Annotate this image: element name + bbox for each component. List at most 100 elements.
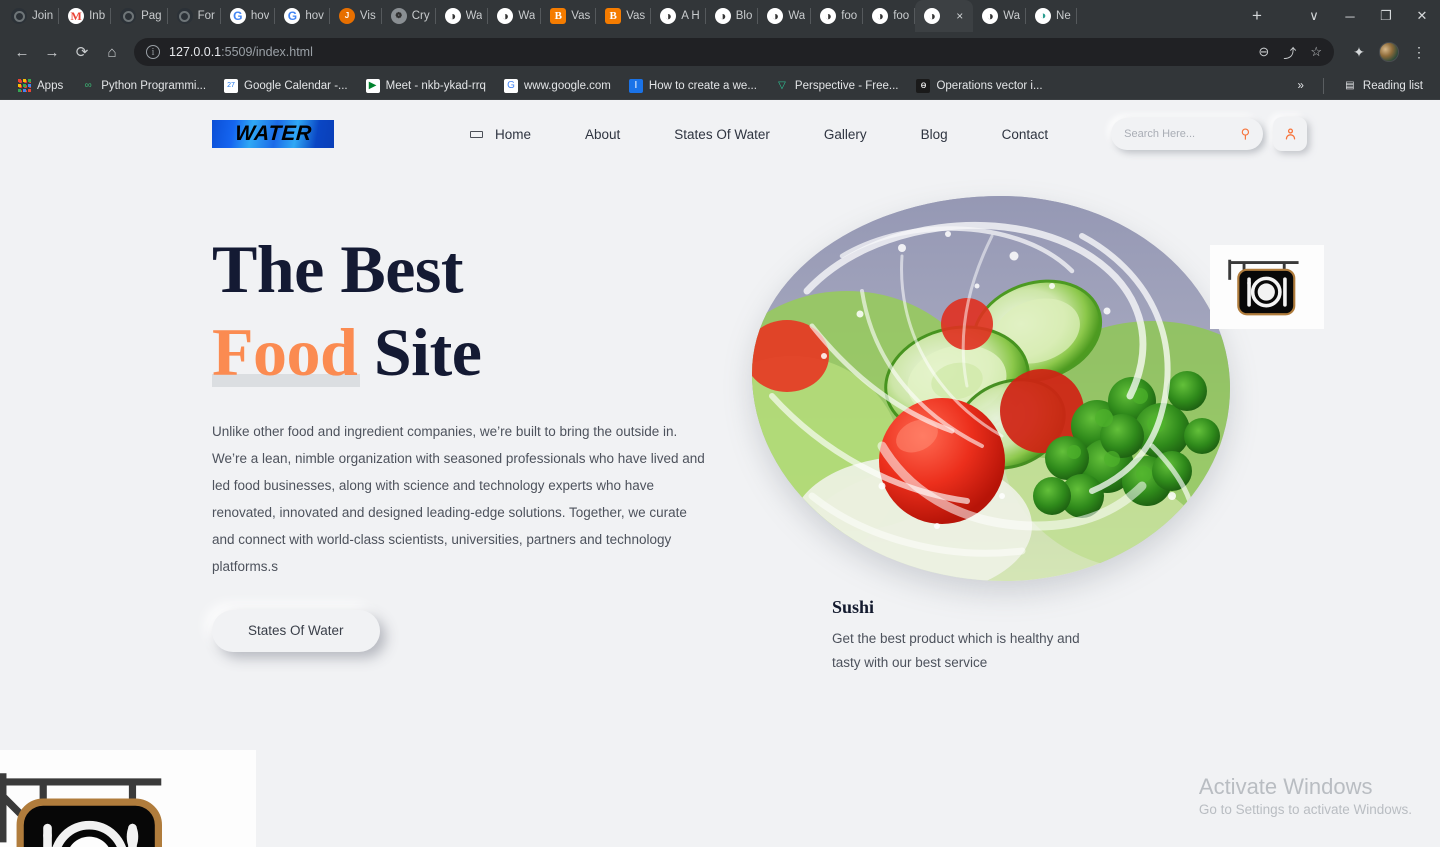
tab-label: Ne	[1056, 10, 1071, 22]
hero-image-column: Sushi Get the best product which is heal…	[752, 196, 1252, 674]
browser-tab[interactable]: B Vas	[541, 0, 597, 32]
browser-toolbar: ← → ⟳ ⌂ i 127.0.0.1:5509/index.html ⊖ ⤴ …	[0, 32, 1440, 72]
window-close-button[interactable]: ✕	[1404, 0, 1440, 32]
extensions-icon[interactable]: ✦	[1346, 39, 1372, 65]
bookmark-star-icon[interactable]: ☆	[1310, 44, 1322, 60]
user-account-button[interactable]	[1273, 117, 1308, 151]
share-icon[interactable]: ⤴	[1283, 43, 1296, 62]
bookmark-item[interactable]: ▽ Perspective - Free...	[766, 79, 908, 93]
google-icon: G	[229, 8, 246, 24]
hero-title-highlight: Food	[212, 313, 358, 390]
profile-avatar[interactable]	[1376, 39, 1402, 65]
google-icon: G	[503, 78, 518, 93]
browser-tab[interactable]: ◑ Wa	[973, 0, 1026, 32]
browser-tab[interactable]: For	[168, 0, 222, 32]
reload-button[interactable]: ⟳	[68, 38, 96, 66]
browser-tab[interactable]: B Vas	[596, 0, 652, 32]
tab-label: Pag	[141, 10, 162, 22]
github-icon	[120, 8, 137, 24]
hero-title-line2: Site	[357, 313, 482, 390]
tab-label: Wa	[465, 10, 483, 22]
nav-item-gallery[interactable]: Gallery	[797, 127, 894, 142]
back-button[interactable]: ←	[8, 38, 36, 66]
hero-section: The Best Food Site Unlike other food and…	[0, 168, 1440, 674]
restaurant-sign-icon	[0, 772, 162, 847]
nav-item-home[interactable]: Home	[470, 127, 558, 142]
bookmark-item[interactable]: ɵ Operations vector i...	[907, 78, 1051, 93]
browser-tab[interactable]: ◑ foo	[811, 0, 864, 32]
bookmark-item[interactable]: Apps	[8, 79, 72, 93]
page-viewport: WATER Home About States Of Water Gallery…	[0, 100, 1440, 847]
browser-tab[interactable]: J Vis	[330, 0, 382, 32]
bookmark-item[interactable]: ▶ Meet - nkb-ykad-rrq	[357, 78, 495, 93]
tab-label: For	[197, 10, 215, 22]
blogger-icon: B	[605, 8, 622, 24]
activate-windows-watermark: Activate Windows Go to Settings to activ…	[1199, 772, 1412, 817]
search-box[interactable]: ⚲	[1111, 118, 1264, 150]
browser-tab[interactable]: Ghov	[275, 0, 330, 32]
tab-label: hov	[305, 10, 324, 22]
forward-button[interactable]: →	[38, 38, 66, 66]
water-logo[interactable]: WATER	[212, 120, 334, 148]
bookmark-label: Python Programmi...	[101, 79, 207, 92]
nav-item-states-of-water[interactable]: States Of Water	[647, 127, 797, 142]
browser-tab[interactable]: ◑ ×	[915, 0, 974, 32]
python-icon: ∞	[84, 80, 92, 91]
tab-label: Wa	[1003, 10, 1021, 22]
browser-tab[interactable]: Join	[2, 0, 60, 32]
meet-icon: ▶	[365, 78, 380, 93]
tab-close-button[interactable]: ×	[956, 9, 963, 23]
bookmark-item[interactable]: I How to create a we...	[620, 78, 766, 93]
tab-strip-right-controls: + ∨ ─ ❐ ✕	[1242, 0, 1440, 32]
browser-tab[interactable]: ◑ Wa	[488, 0, 542, 32]
hero-text-column: The Best Food Site Unlike other food and…	[212, 196, 717, 674]
site-info-icon[interactable]: i	[146, 45, 160, 59]
browser-tab[interactable]: Pag	[111, 0, 169, 32]
bookmark-label: How to create a we...	[648, 79, 757, 92]
nav-item-contact[interactable]: Contact	[975, 127, 1076, 142]
broken-image-bottom	[0, 750, 256, 847]
chrome-menu-icon[interactable]: ⋮	[1406, 39, 1432, 65]
search-icon[interactable]: ⚲	[1241, 126, 1251, 142]
browser-tab[interactable]: ◑ Blo	[706, 0, 759, 32]
nav-item-about[interactable]: About	[558, 127, 647, 142]
watermark-title: Activate Windows	[1198, 774, 1373, 800]
omnibox-actions: ⊖ ⤴ ☆	[1258, 43, 1322, 62]
tab-strip: Join M Inb Pag For Ghov Ghov J Vis ❁ Cry ◑ Wa ◑ Wa B Vas…	[0, 0, 1440, 32]
search-input[interactable]	[1124, 128, 1237, 140]
new-tab-button[interactable]: +	[1242, 0, 1272, 32]
browser-tab[interactable]: Ghov	[221, 0, 276, 32]
card-description: Get the best product which is healthy an…	[832, 631, 1080, 670]
water-logo-text: WATER	[233, 122, 313, 145]
tab-label: Join	[32, 10, 54, 22]
address-bar[interactable]: i 127.0.0.1:5509/index.html ⊖ ⤴ ☆	[134, 38, 1334, 66]
bookmark-item[interactable]: 27 Google Calendar -...	[215, 78, 357, 93]
github-icon	[176, 8, 193, 24]
browser-tab[interactable]: ◑ foo	[863, 0, 916, 32]
browser-tab[interactable]: ◑ Ne	[1026, 0, 1077, 32]
window-minimize-button[interactable]: ─	[1332, 0, 1368, 32]
browser-tab[interactable]: ◑ Wa	[436, 0, 489, 32]
header-actions: ⚲	[1111, 117, 1308, 151]
bookmarks-overflow-button[interactable]: »	[1289, 80, 1313, 92]
states-of-water-button[interactable]: States Of Water	[212, 609, 380, 652]
tab-search-button[interactable]: ∨	[1296, 0, 1332, 32]
tab-label: Blo	[735, 10, 753, 22]
reading-list-button[interactable]: ▤ Reading list	[1334, 79, 1432, 93]
reading-list-label: Reading list	[1362, 79, 1423, 92]
document-icon: I	[628, 78, 643, 93]
menu-box-icon	[470, 130, 483, 138]
freepik-icon: ɵ	[916, 78, 931, 93]
bookmark-item[interactable]: Gwww.google.com	[495, 78, 620, 93]
browser-tab[interactable]: ❁ Cry	[382, 0, 436, 32]
browser-tab[interactable]: M Inb	[59, 0, 112, 32]
apps-grid-icon	[17, 79, 31, 93]
browser-tab[interactable]: ◑ Wa	[758, 0, 812, 32]
hero-paragraph: Unlike other food and ingredient compani…	[212, 423, 705, 574]
nav-item-blog[interactable]: Blog	[894, 127, 975, 142]
zoom-icon[interactable]: ⊖	[1258, 44, 1269, 60]
bookmark-item[interactable]: ∞ Python Programmi...	[72, 79, 215, 93]
home-button[interactable]: ⌂	[98, 38, 126, 66]
browser-tab[interactable]: ◑ A H	[651, 0, 706, 32]
window-maximize-button[interactable]: ❐	[1368, 0, 1404, 32]
